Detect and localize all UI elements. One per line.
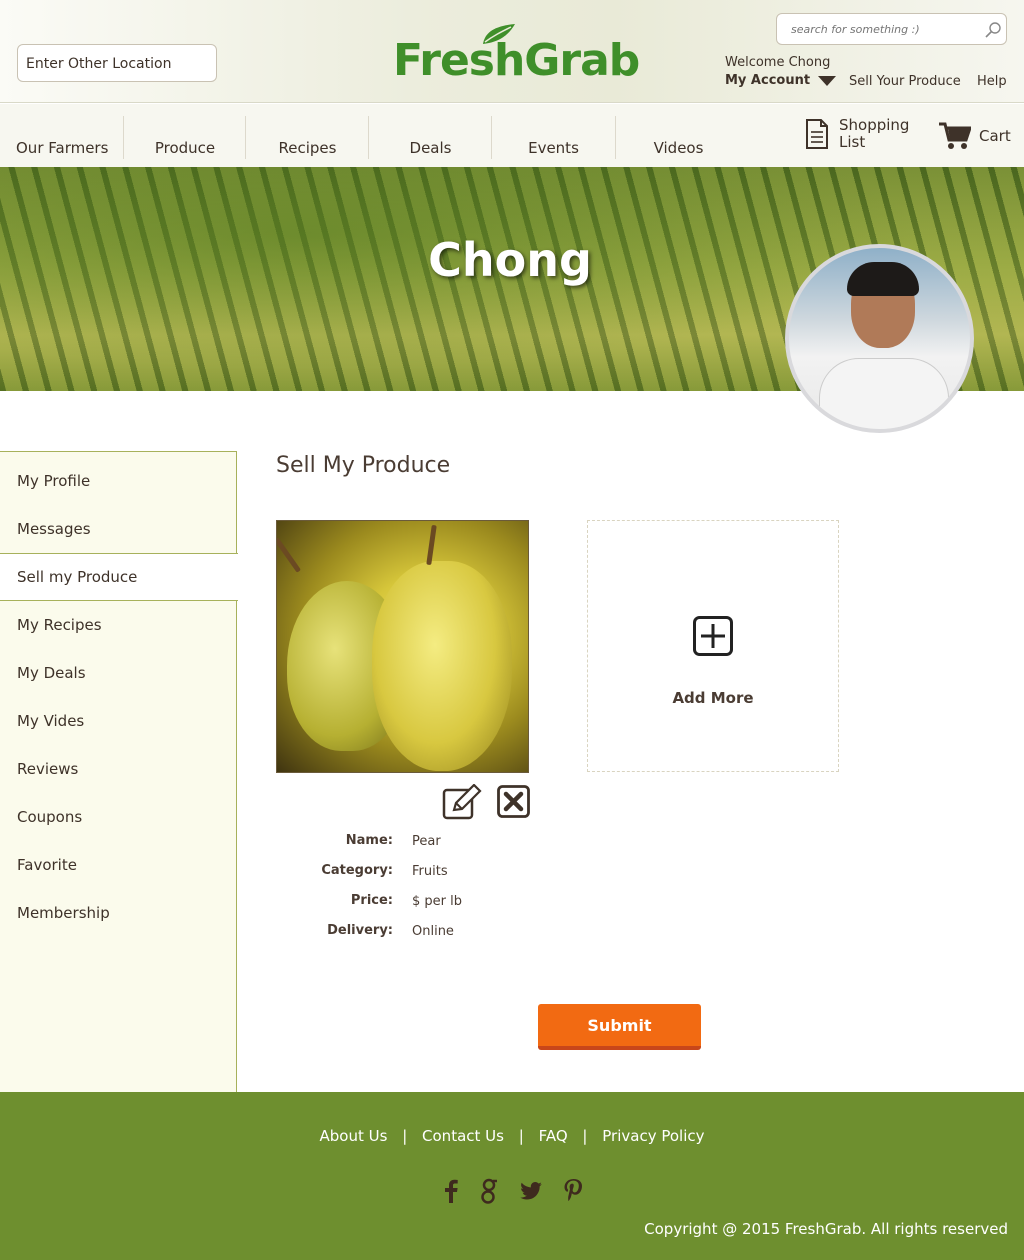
pear-stem — [426, 524, 437, 566]
welcome-text: Welcome Chong — [725, 55, 831, 70]
pinterest-icon[interactable] — [564, 1179, 582, 1203]
delete-icon[interactable] — [497, 785, 530, 818]
avatar-shirt — [819, 358, 949, 429]
shopping-list-link[interactable]: Shopping List — [805, 117, 909, 151]
search-box[interactable] — [776, 13, 1007, 45]
category-label: Category: — [321, 863, 393, 878]
leaf-icon — [483, 24, 515, 44]
category-value: Fruits — [412, 864, 448, 879]
cart-icon — [939, 122, 971, 149]
search-icon[interactable] — [984, 21, 1002, 39]
twitter-icon[interactable] — [520, 1182, 542, 1200]
logo[interactable]: FreshGrab — [393, 24, 640, 86]
nav-produce[interactable]: Produce — [123, 116, 246, 159]
sidebar-item-favorite[interactable]: Favorite — [0, 841, 237, 889]
cart-label: Cart — [979, 127, 1011, 145]
copyright-text: Copyright @ 2015 FreshGrab. All rights r… — [644, 1220, 1008, 1238]
site-header: Enter Other Location FreshGrab Welcome C… — [0, 0, 1024, 103]
sidebar-item-reviews[interactable]: Reviews — [0, 745, 237, 793]
my-account-menu[interactable]: My Account — [725, 73, 837, 88]
sidebar-item-sell-my-produce[interactable]: Sell my Produce — [0, 553, 238, 601]
nav-our-farmers[interactable]: Our Farmers — [16, 116, 124, 159]
sidebar-item-my-profile[interactable]: My Profile — [0, 457, 237, 505]
nav-deals[interactable]: Deals — [368, 116, 492, 159]
detail-price-row: Price: $ per lb — [276, 893, 676, 913]
social-icons — [444, 1178, 582, 1204]
price-label: Price: — [350, 893, 393, 908]
search-input[interactable] — [777, 14, 967, 44]
sidebar-item-membership[interactable]: Membership — [0, 889, 237, 937]
edit-icon[interactable] — [442, 784, 482, 820]
page-title: Sell My Produce — [276, 453, 451, 478]
shopping-list-label: Shopping List — [839, 116, 910, 151]
nav-recipes[interactable]: Recipes — [245, 116, 369, 159]
pear-stem — [277, 537, 302, 573]
name-label: Name: — [345, 833, 393, 848]
sidebar-item-coupons[interactable]: Coupons — [0, 793, 237, 841]
my-account-label: My Account — [725, 73, 811, 88]
add-more-label: Add More — [672, 689, 754, 707]
detail-delivery-row: Delivery: Online — [276, 923, 676, 943]
detail-name-row: Name: Pear — [276, 833, 676, 853]
name-value: Pear — [412, 834, 441, 849]
plus-square-icon — [693, 616, 733, 656]
avatar-hair — [847, 262, 919, 296]
facebook-icon[interactable] — [444, 1179, 458, 1203]
pear-shape — [372, 561, 512, 771]
delivery-value: Online — [412, 924, 454, 939]
price-value: $ per lb — [412, 894, 462, 909]
nav-events[interactable]: Events — [491, 116, 615, 159]
footer-link-about-us[interactable]: About Us — [319, 1127, 387, 1145]
produce-image — [276, 520, 529, 773]
footer-link-privacy-policy[interactable]: Privacy Policy — [602, 1127, 704, 1145]
sidebar-item-my-deals[interactable]: My Deals — [0, 649, 237, 697]
help-link[interactable]: Help — [977, 74, 1007, 89]
delivery-label: Delivery: — [327, 923, 393, 938]
submit-button[interactable]: Submit — [538, 1004, 701, 1050]
footer-separator: | — [402, 1127, 408, 1145]
footer-links: About Us | Contact Us | FAQ | Privacy Po… — [0, 1127, 1024, 1145]
google-icon[interactable] — [480, 1178, 498, 1204]
location-input[interactable]: Enter Other Location — [17, 44, 217, 82]
sidebar-item-my-vides[interactable]: My Vides — [0, 697, 237, 745]
avatar[interactable] — [785, 244, 974, 433]
chevron-down-icon — [818, 76, 837, 86]
footer-link-contact-us[interactable]: Contact Us — [422, 1127, 504, 1145]
site-footer: About Us | Contact Us | FAQ | Privacy Po… — [0, 1092, 1024, 1260]
add-more-card[interactable]: Add More — [587, 520, 839, 772]
footer-link-faq[interactable]: FAQ — [539, 1127, 568, 1145]
detail-category-row: Category: Fruits — [276, 863, 676, 883]
nav-videos[interactable]: Videos — [615, 116, 741, 159]
footer-separator: | — [582, 1127, 588, 1145]
footer-separator: | — [518, 1127, 524, 1145]
sidebar-item-my-recipes[interactable]: My Recipes — [0, 601, 237, 649]
cart-link[interactable]: Cart — [939, 122, 1011, 150]
document-icon — [806, 119, 828, 149]
sell-your-produce-link[interactable]: Sell Your Produce — [849, 74, 961, 89]
sidebar-item-messages[interactable]: Messages — [0, 505, 237, 553]
sidebar: My Profile Messages Sell my Produce My R… — [0, 451, 238, 1092]
